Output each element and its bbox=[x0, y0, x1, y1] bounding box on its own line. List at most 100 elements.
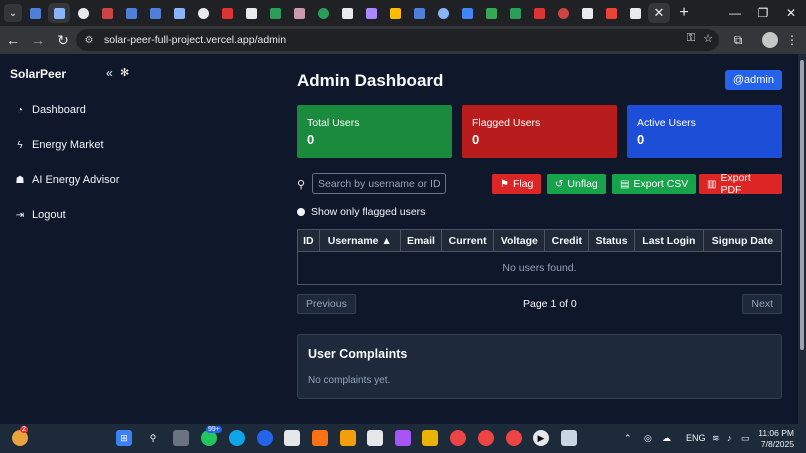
browser-tab[interactable] bbox=[576, 3, 598, 23]
maximize-button[interactable]: ❐ bbox=[748, 0, 778, 26]
browser-tab[interactable] bbox=[624, 3, 646, 23]
stat-card-total-users: Total Users 0 bbox=[297, 105, 452, 158]
browser-tab[interactable] bbox=[456, 3, 478, 23]
browser-tab[interactable] bbox=[168, 3, 190, 23]
tab-favicon-icon bbox=[413, 7, 425, 19]
column-header-credit[interactable]: Credit bbox=[544, 229, 590, 252]
bookmark-star-icon[interactable]: ☆ bbox=[703, 32, 713, 45]
tray-cloud-icon[interactable]: ☁ bbox=[662, 433, 671, 444]
extensions-icon[interactable]: ⧉ bbox=[728, 30, 748, 50]
sidebar-item-logout[interactable]: ⇥ Logout bbox=[14, 209, 66, 221]
chrome-alt-profile-icon[interactable] bbox=[506, 430, 522, 446]
user-badge[interactable]: @admin bbox=[724, 70, 782, 90]
unflag-button[interactable]: ↺ Unflag bbox=[547, 174, 606, 194]
capcut-icon[interactable] bbox=[367, 430, 383, 446]
column-header-last-login[interactable]: Last Login bbox=[633, 229, 704, 252]
previous-page-button[interactable]: Previous bbox=[297, 294, 356, 314]
windows-start-icon[interactable]: ⊞ bbox=[116, 430, 132, 446]
browser-tab[interactable] bbox=[480, 3, 502, 23]
sidebar-item-energy-market[interactable]: ϟ Energy Market bbox=[14, 139, 103, 151]
flagged-only-radio[interactable] bbox=[297, 208, 305, 216]
page-scrollbar-thumb[interactable] bbox=[800, 60, 804, 350]
export-pdf-button[interactable]: ▥ Export PDF bbox=[699, 172, 782, 196]
media-player-icon[interactable]: ▶ bbox=[533, 430, 549, 446]
brand-logo[interactable]: SolarPeer bbox=[10, 67, 66, 81]
browser-tab[interactable] bbox=[552, 3, 574, 23]
tab-favicon-icon bbox=[197, 7, 209, 19]
browser-tab[interactable] bbox=[72, 3, 94, 23]
tray-overflow-icon[interactable]: ⌃ bbox=[624, 433, 632, 444]
browser-tab[interactable] bbox=[336, 3, 358, 23]
flagged-only-toggle[interactable]: Show only flagged users bbox=[297, 206, 425, 218]
column-header-current[interactable]: Current bbox=[441, 229, 495, 252]
chrome-profile-icon[interactable] bbox=[478, 430, 494, 446]
browser-tab[interactable] bbox=[432, 3, 454, 23]
search-taskbar-icon[interactable]: ⚲ bbox=[145, 430, 161, 446]
battery-icon[interactable]: ▭ bbox=[741, 433, 750, 444]
wifi-icon[interactable]: ≋ bbox=[712, 433, 720, 444]
sidebar-item-ai-energy-advisor[interactable]: ☗ AI Energy Advisor bbox=[14, 174, 120, 186]
search-input[interactable] bbox=[312, 173, 446, 194]
system-clock[interactable]: 11:06 PM 7/8/2025 bbox=[758, 428, 794, 450]
url-text[interactable]: solar-peer-full-project.vercel.app/admin bbox=[104, 34, 286, 46]
snipping-tool-icon[interactable] bbox=[561, 430, 577, 446]
zoom-icon[interactable] bbox=[257, 430, 273, 446]
address-bar[interactable]: ⚙ solar-peer-full-project.vercel.app/adm… bbox=[76, 29, 719, 51]
browser-tab[interactable] bbox=[600, 3, 622, 23]
next-page-button[interactable]: Next bbox=[742, 294, 782, 314]
browser-tab[interactable] bbox=[504, 3, 526, 23]
browser-tab[interactable] bbox=[288, 3, 310, 23]
browser-tab[interactable] bbox=[120, 3, 142, 23]
settings-gear-icon[interactable]: ✻ bbox=[120, 66, 129, 79]
task-view-icon[interactable] bbox=[173, 430, 189, 446]
reload-button[interactable]: ↻ bbox=[51, 28, 75, 52]
browser-tab[interactable] bbox=[96, 3, 118, 23]
browser-tab[interactable] bbox=[144, 3, 166, 23]
collapse-sidebar-icon[interactable]: « bbox=[106, 66, 113, 80]
active-tab-close-button[interactable]: ✕ bbox=[648, 3, 670, 23]
volume-icon[interactable]: ♪ bbox=[727, 433, 732, 443]
browser-tab[interactable] bbox=[408, 3, 430, 23]
file-explorer-icon[interactable] bbox=[422, 430, 438, 446]
sidebar-item-dashboard[interactable]: ◔ Dashboard bbox=[14, 104, 86, 116]
brave-icon[interactable] bbox=[312, 430, 328, 446]
browser-tab[interactable] bbox=[24, 3, 46, 23]
password-key-icon[interactable]: ⚿ bbox=[687, 32, 695, 45]
vlc-icon[interactable] bbox=[340, 430, 356, 446]
tab-search-button[interactable]: ⌄ bbox=[4, 4, 22, 22]
edge-icon[interactable] bbox=[229, 430, 245, 446]
browser-menu-icon[interactable]: ⋮ bbox=[782, 30, 802, 50]
flag-button[interactable]: ⚑ Flag bbox=[492, 174, 542, 194]
browser-tab[interactable] bbox=[48, 3, 70, 23]
chrome-icon[interactable] bbox=[450, 430, 466, 446]
browser-tab[interactable] bbox=[384, 3, 406, 23]
column-header-id[interactable]: ID bbox=[297, 229, 320, 252]
browser-tab[interactable] bbox=[240, 3, 262, 23]
tab-favicon-icon bbox=[629, 7, 641, 19]
minimize-button[interactable]: — bbox=[720, 0, 750, 26]
page-title: Admin Dashboard bbox=[297, 71, 444, 90]
column-header-email[interactable]: Email bbox=[399, 229, 443, 252]
browser-tab[interactable] bbox=[528, 3, 550, 23]
back-button[interactable]: ← bbox=[1, 28, 25, 52]
column-header-signup-date[interactable]: Signup Date bbox=[702, 229, 783, 252]
column-header-username[interactable]: Username ▲ bbox=[318, 229, 401, 252]
browser-tab[interactable] bbox=[192, 3, 214, 23]
language-indicator[interactable]: ENG bbox=[686, 433, 706, 443]
new-tab-button[interactable]: + bbox=[674, 3, 694, 23]
column-header-status[interactable]: Status bbox=[588, 229, 635, 252]
site-info-icon[interactable]: ⚙ bbox=[82, 33, 96, 47]
browser-tab[interactable] bbox=[216, 3, 238, 23]
export-csv-button[interactable]: ▤ Export CSV bbox=[612, 174, 697, 194]
browser-tab[interactable] bbox=[360, 3, 382, 23]
store-icon[interactable] bbox=[284, 430, 300, 446]
browser-tab[interactable] bbox=[264, 3, 286, 23]
tray-app-icon[interactable]: ◎ bbox=[644, 433, 652, 444]
copilot-icon[interactable] bbox=[395, 430, 411, 446]
column-header-voltage[interactable]: Voltage bbox=[493, 229, 546, 252]
browser-tab[interactable] bbox=[312, 3, 334, 23]
forward-button[interactable]: → bbox=[26, 28, 50, 52]
profile-avatar[interactable] bbox=[762, 32, 778, 48]
whatsapp-badge: 99+ bbox=[206, 426, 222, 433]
close-window-button[interactable]: ✕ bbox=[776, 0, 806, 26]
